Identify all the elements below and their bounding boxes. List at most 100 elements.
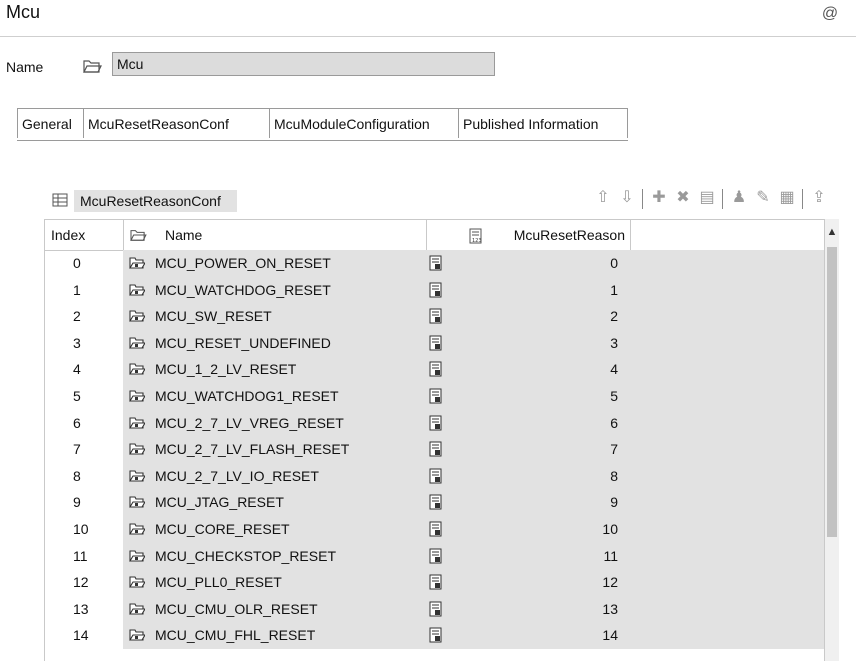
name-cell[interactable]: MCU_CMU_OLR_RESET — [123, 595, 426, 623]
column-header-mcu-reset-reason[interactable]: McuResetReason — [500, 220, 625, 250]
table-row[interactable]: 8 MCU_2_7_LV_IO_RESET 8 — [45, 462, 825, 490]
reason-cell[interactable]: 13 — [426, 595, 630, 623]
table-row[interactable]: 3 MCU_RESET_UNDEFINED 3 — [45, 329, 825, 357]
reason-cell[interactable]: 6 — [426, 409, 630, 437]
name-cell[interactable]: MCU_2_7_LV_VREG_RESET — [123, 409, 426, 437]
name-cell[interactable]: MCU_2_7_LV_FLASH_RESET — [123, 436, 426, 463]
reason-cell[interactable]: 4 — [426, 356, 630, 383]
reason-cell[interactable]: 0 — [426, 250, 630, 277]
reason-cell[interactable]: 2 — [426, 303, 630, 330]
reason-cell[interactable]: 1 — [426, 276, 630, 304]
form-icon[interactable]: ▦ — [776, 187, 798, 209]
user-icon[interactable]: ♟ — [728, 187, 750, 209]
index-cell: 11 — [73, 547, 88, 564]
edit-icon[interactable]: ✎ — [752, 187, 774, 209]
reason-cell[interactable]: 11 — [426, 542, 630, 570]
number-field-icon — [429, 494, 442, 510]
index-cell: 5 — [73, 387, 81, 404]
name-field[interactable]: Mcu — [112, 52, 495, 76]
row-name-label: MCU_CHECKSTOP_RESET — [155, 547, 337, 564]
row-name-label: MCU_CMU_OLR_RESET — [155, 600, 318, 617]
table-row[interactable]: 6 MCU_2_7_LV_VREG_RESET 6 — [45, 409, 825, 437]
container-folder-icon — [129, 549, 145, 562]
reason-cell[interactable]: 12 — [426, 569, 630, 596]
name-cell[interactable]: MCU_WATCHDOG1_RESET — [123, 382, 426, 410]
name-cell[interactable]: MCU_SW_RESET — [123, 303, 426, 330]
name-cell[interactable]: MCU_POWER_ON_RESET — [123, 250, 426, 277]
svg-text:123: 123 — [472, 238, 482, 244]
table-row[interactable]: 11 MCU_CHECKSTOP_RESET 11 — [45, 542, 825, 570]
at-icon[interactable]: @ — [820, 4, 840, 24]
column-header-index[interactable]: Index — [51, 220, 111, 250]
row-reason-value: 11 — [603, 547, 618, 564]
container-folder-icon — [129, 470, 145, 482]
index-cell: 2 — [73, 308, 81, 325]
tab-general[interactable]: General — [17, 108, 84, 138]
table-row[interactable]: 0 MCU_POWER_ON_RESET 0 — [45, 250, 825, 277]
row-reason-value: 8 — [610, 467, 618, 484]
tab-published-information[interactable]: Published Information — [458, 108, 628, 138]
empty-cell — [630, 409, 825, 437]
table-row[interactable]: 5 MCU_WATCHDOG1_RESET 5 — [45, 382, 825, 410]
index-cell: 9 — [73, 494, 81, 511]
toolbar-separator — [722, 189, 723, 209]
reason-cell[interactable]: 10 — [426, 515, 630, 543]
title-divider — [0, 36, 856, 37]
scroll-thumb[interactable] — [827, 247, 837, 537]
reason-cell[interactable]: 8 — [426, 462, 630, 490]
import-icon[interactable]: ⇪ — [808, 187, 830, 209]
folder-icon — [130, 230, 147, 241]
table-row[interactable]: 1 MCU_WATCHDOG_RESET 1 — [45, 276, 825, 304]
table-row[interactable]: 9 MCU_JTAG_RESET 9 — [45, 489, 825, 516]
name-cell[interactable]: MCU_CMU_FHL_RESET — [123, 622, 426, 649]
row-reason-value: 9 — [610, 494, 618, 511]
table-row[interactable]: 12 MCU_PLL0_RESET 12 — [45, 569, 825, 596]
vertical-scrollbar[interactable]: ▲ — [824, 219, 839, 661]
name-cell[interactable]: MCU_WATCHDOG_RESET — [123, 276, 426, 304]
column-header-name[interactable]: Name — [165, 220, 405, 250]
table-row[interactable]: 2 MCU_SW_RESET 2 — [45, 303, 825, 330]
container-folder-icon — [129, 257, 145, 269]
move-up-icon[interactable]: ⇧ — [592, 187, 614, 209]
empty-cell — [630, 489, 825, 516]
table-row[interactable]: 14 MCU_CMU_FHL_RESET 14 — [45, 622, 825, 649]
table-row[interactable]: 4 MCU_1_2_LV_RESET 4 — [45, 356, 825, 383]
index-cell: 12 — [73, 574, 89, 591]
name-cell[interactable]: MCU_RESET_UNDEFINED — [123, 329, 426, 357]
number-field-icon — [429, 255, 442, 271]
name-cell[interactable]: MCU_JTAG_RESET — [123, 489, 426, 516]
reason-cell[interactable]: 5 — [426, 382, 630, 410]
move-down-icon[interactable]: ⇩ — [616, 187, 638, 209]
number-field-icon — [429, 361, 442, 377]
name-cell[interactable]: MCU_CHECKSTOP_RESET — [123, 542, 426, 570]
reason-cell[interactable]: 14 — [426, 622, 630, 649]
delete-icon[interactable]: ✖ — [672, 187, 694, 209]
reason-cell[interactable]: 7 — [426, 436, 630, 463]
container-folder-icon — [129, 603, 145, 615]
copy-icon[interactable]: ▤ — [696, 187, 718, 209]
name-cell[interactable]: MCU_PLL0_RESET — [123, 569, 426, 596]
row-name-label: MCU_2_7_LV_VREG_RESET — [155, 414, 344, 431]
empty-cell — [630, 356, 825, 383]
empty-cell — [630, 622, 825, 649]
tab-mcu-module-configuration[interactable]: McuModuleConfiguration — [269, 108, 459, 138]
table-row[interactable]: 13 MCU_CMU_OLR_RESET 13 — [45, 595, 825, 623]
empty-cell — [630, 303, 825, 330]
reason-cell[interactable]: 3 — [426, 329, 630, 357]
table-row[interactable]: 7 MCU_2_7_LV_FLASH_RESET 7 — [45, 436, 825, 463]
reason-cell[interactable]: 9 — [426, 489, 630, 516]
row-name-label: MCU_WATCHDOG_RESET — [155, 281, 331, 298]
empty-cell — [630, 436, 825, 463]
add-icon[interactable]: ✚ — [648, 187, 670, 209]
name-cell[interactable]: MCU_1_2_LV_RESET — [123, 356, 426, 383]
name-cell[interactable]: MCU_CORE_RESET — [123, 515, 426, 543]
page-title: Mcu — [6, 2, 41, 22]
index-cell: 4 — [73, 361, 81, 378]
table-row[interactable]: 10 MCU_CORE_RESET 10 — [45, 515, 825, 543]
empty-cell — [630, 462, 825, 490]
name-cell[interactable]: MCU_2_7_LV_IO_RESET — [123, 462, 426, 490]
row-reason-value: 4 — [610, 361, 618, 378]
tab-mcu-reset-reason-conf[interactable]: McuResetReasonConf — [83, 108, 270, 138]
scroll-up-icon[interactable]: ▲ — [825, 225, 839, 239]
empty-cell — [630, 250, 825, 277]
